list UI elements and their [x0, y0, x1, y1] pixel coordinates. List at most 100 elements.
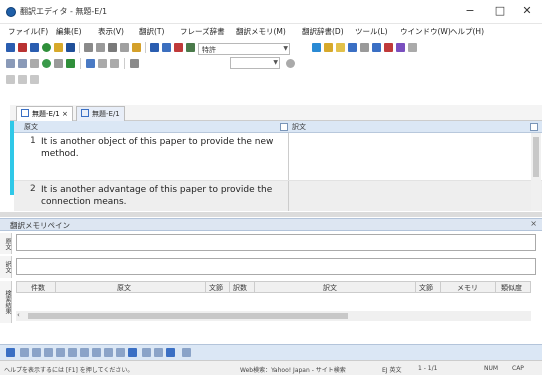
memory-tool-icon[interactable] [116, 348, 125, 357]
tab-document-active[interactable]: 無題-E/1 × [16, 106, 73, 121]
title-bar: 翻訳エディタ - 無題-E/1 − □ ✕ [0, 0, 542, 24]
yellow-mark-icon[interactable] [336, 43, 345, 52]
memory-tool-icon[interactable] [68, 348, 77, 357]
list-icon[interactable] [360, 43, 369, 52]
open-folder-icon[interactable] [30, 43, 39, 52]
menu-file[interactable]: ファイル(F) [8, 26, 48, 37]
menu-view[interactable]: 表示(V) [98, 26, 124, 37]
memory-tool-icon[interactable] [104, 348, 113, 357]
memory-tool-icon[interactable] [20, 348, 29, 357]
column-memory[interactable]: メモリ [457, 283, 478, 293]
close-button[interactable]: ✕ [512, 0, 542, 22]
options-icon[interactable] [186, 43, 195, 52]
memory-pane-close-icon[interactable]: × [530, 219, 537, 228]
heart-icon[interactable] [384, 43, 393, 52]
back-icon[interactable] [6, 59, 15, 68]
tab-close-icon[interactable]: × [62, 110, 68, 118]
circle-icon[interactable] [42, 59, 51, 68]
memory-tool-icon[interactable] [56, 348, 65, 357]
folder-icon[interactable] [54, 43, 63, 52]
pane-splitter[interactable] [0, 212, 542, 217]
segment-number: 1 [30, 136, 36, 146]
new-icon[interactable] [6, 43, 15, 52]
segment-source-text[interactable]: It is another object of this paper to pr… [41, 136, 281, 160]
format-icon[interactable] [6, 75, 15, 84]
column-translation-count[interactable]: 訳数 [233, 283, 247, 293]
memory-source-field[interactable] [16, 234, 536, 251]
source-column-toggle[interactable] [280, 123, 288, 131]
status-web-search[interactable]: Web検索：Yahoo! Japan - サイト検索 [240, 365, 346, 374]
menu-window[interactable]: ウインドウ(W) [400, 26, 451, 37]
menu-translate[interactable]: 翻訳(T) [139, 26, 164, 37]
status-position: 1 - 1/1 [418, 365, 438, 372]
column-source[interactable]: 原文 [117, 283, 131, 293]
menu-tools[interactable]: ツール(L) [355, 26, 388, 37]
field-combo[interactable]: 特許 ▼ [198, 43, 290, 55]
align-icon[interactable] [18, 75, 27, 84]
translate-all-icon[interactable] [162, 43, 171, 52]
window-title: 翻訳エディタ - 無題-E/1 [20, 7, 108, 16]
menu-help[interactable]: ヘルプ(H) [450, 26, 484, 37]
target-column-toggle[interactable] [530, 123, 538, 131]
filter-icon[interactable] [396, 43, 405, 52]
copy-icon[interactable] [96, 43, 105, 52]
refresh-icon[interactable] [30, 59, 39, 68]
grid-icon[interactable] [98, 59, 107, 68]
scroll-left-icon[interactable]: ‹ [17, 311, 20, 319]
undo-icon[interactable] [120, 43, 129, 52]
indent-icon[interactable] [30, 75, 39, 84]
segment-row[interactable]: 2 It is another advantage of this paper … [14, 181, 542, 211]
memory-tool-icon[interactable] [128, 348, 137, 357]
results-scroll-thumb[interactable] [28, 313, 348, 319]
globe-icon[interactable] [42, 43, 51, 52]
help-icon[interactable] [132, 43, 141, 52]
column-count[interactable]: 件数 [31, 283, 45, 293]
memory-tool-icon[interactable] [80, 348, 89, 357]
column-phrase[interactable]: 文節 [209, 283, 223, 293]
segment-row[interactable]: 1 It is another object of this paper to … [14, 133, 542, 181]
memory-tool-icon[interactable] [166, 348, 175, 357]
menu-translation-memory[interactable]: 翻訳メモリ(M) [236, 26, 286, 37]
translate-icon[interactable] [150, 43, 159, 52]
segment-source-text[interactable]: It is another advantage of this paper to… [41, 184, 281, 208]
memory-tool-icon[interactable] [44, 348, 53, 357]
column-target[interactable]: 訳文 [323, 283, 337, 293]
tab-document[interactable]: 無題-E/1 [76, 106, 125, 121]
dictionary-icon[interactable] [312, 43, 321, 52]
status-mode: EJ 英文 [382, 367, 402, 374]
paste-icon[interactable] [108, 43, 117, 52]
minimize-button[interactable]: − [455, 0, 485, 22]
maximize-button[interactable]: □ [485, 0, 515, 22]
stop-icon[interactable] [174, 43, 183, 52]
highlight-icon[interactable] [324, 43, 333, 52]
save-icon[interactable] [66, 43, 75, 52]
memory-tool-icon[interactable] [182, 348, 191, 357]
cut-icon[interactable] [84, 43, 93, 52]
green-icon[interactable] [66, 59, 75, 68]
open-icon[interactable] [18, 43, 27, 52]
menu-phrase-dictionary[interactable]: フレーズ辞書 [180, 26, 225, 37]
play-icon[interactable] [86, 59, 95, 68]
editor-scroll-thumb[interactable] [533, 137, 539, 177]
memory-tool-icon[interactable] [32, 348, 41, 357]
memory-tool-icon[interactable] [142, 348, 151, 357]
settings-icon[interactable] [408, 43, 417, 52]
results-horizontal-scrollbar[interactable]: ‹ [16, 311, 531, 321]
memory-tool-icon[interactable] [92, 348, 101, 357]
memory-tool-icon[interactable] [154, 348, 163, 357]
menu-edit[interactable]: 編集(E) [56, 26, 82, 37]
mark-icon[interactable] [348, 43, 357, 52]
secondary-combo[interactable]: ▼ [230, 57, 280, 69]
menu-dictionary[interactable]: 翻訳辞書(D) [302, 26, 344, 37]
memory-icon[interactable] [372, 43, 381, 52]
table-icon[interactable] [110, 59, 119, 68]
tool-icon[interactable] [54, 59, 63, 68]
column-target-phrase[interactable]: 文節 [419, 283, 433, 293]
forward-icon[interactable] [18, 59, 27, 68]
up-icon[interactable] [6, 348, 15, 357]
toolbar-main: 特許 ▼ [0, 40, 542, 55]
zoom-icon[interactable] [286, 59, 295, 68]
display-icon[interactable] [130, 59, 139, 68]
memory-target-field[interactable] [16, 258, 536, 275]
column-similarity[interactable]: 類似度 [501, 283, 522, 293]
